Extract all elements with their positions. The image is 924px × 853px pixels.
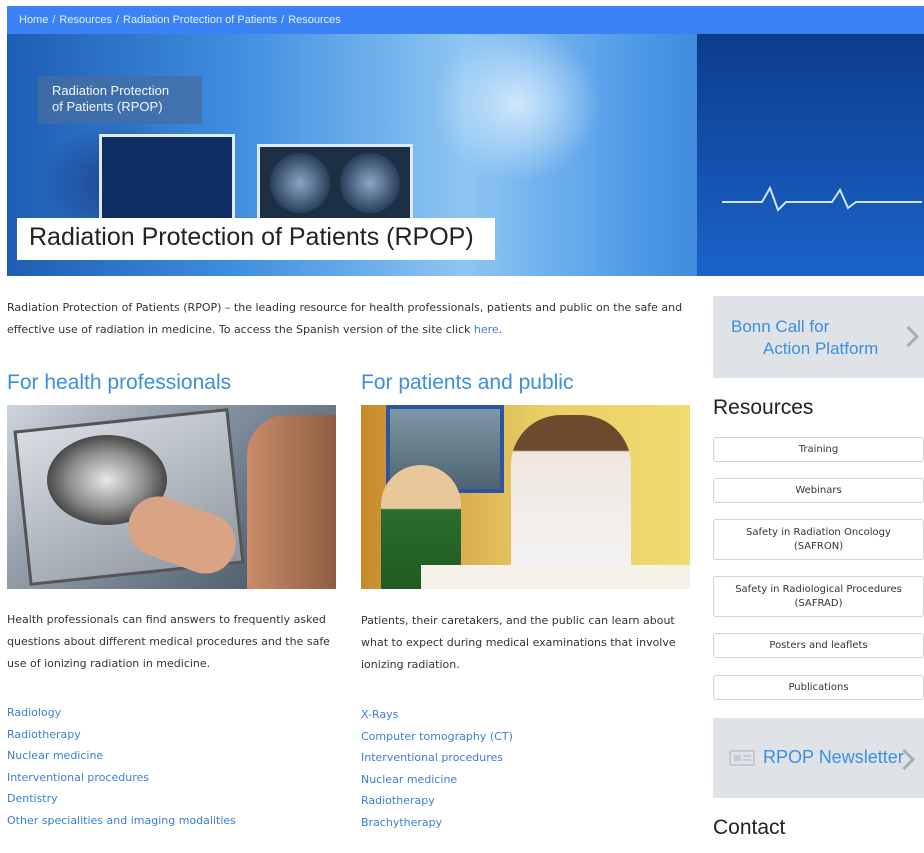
page-title: Radiation Protection of Patients (RPOP): [29, 223, 474, 251]
contact-heading: Contact: [713, 816, 786, 839]
bonn-call-label: Bonn Call for Action Platform: [731, 316, 878, 360]
list-item: Interventional procedures: [361, 747, 513, 769]
hero-vitals-monitor: [697, 34, 924, 276]
patients-public-description: Patients, their caretakers, and the publ…: [361, 614, 676, 671]
list-item: Brachytherapy: [361, 812, 513, 834]
resource-posters-button[interactable]: Posters and leaflets: [713, 633, 924, 658]
breadcrumb-current[interactable]: Resources: [288, 14, 341, 26]
intro-end: .: [498, 323, 503, 336]
link-radiotherapy[interactable]: Radiotherapy: [7, 728, 81, 741]
spanish-version-link[interactable]: here: [474, 323, 499, 336]
resource-safron-button[interactable]: Safety in Radiation Oncology (SAFRON): [713, 519, 924, 560]
patients-public-links: X-Rays Computer tomography (CT) Interven…: [361, 704, 513, 833]
breadcrumb-resources[interactable]: Resources: [59, 14, 112, 26]
list-item: X-Rays: [361, 704, 513, 726]
breadcrumb-separator: /: [52, 14, 56, 26]
hero-tag-line2: of Patients (RPOP): [52, 99, 163, 114]
link-other-specialities[interactable]: Other specialities and imaging modalitie…: [7, 814, 236, 827]
photo-table: [421, 565, 690, 589]
chevron-right-icon: [897, 325, 920, 348]
intro-paragraph: Radiation Protection of Patients (RPOP) …: [7, 297, 692, 341]
link-interventional-procedures[interactable]: Interventional procedures: [7, 771, 149, 784]
bonn-call-banner[interactable]: Bonn Call for Action Platform: [713, 296, 924, 378]
bonn-line1: Bonn Call for: [731, 317, 830, 336]
newsletter-banner[interactable]: RPOP Newsletter: [713, 718, 924, 798]
resource-webinars-button[interactable]: Webinars: [713, 478, 924, 503]
newspaper-icon: [729, 750, 755, 766]
bonn-line2: Action Platform: [763, 339, 879, 358]
list-item: Radiotherapy: [7, 724, 236, 746]
link-radiotherapy[interactable]: Radiotherapy: [361, 794, 435, 807]
hero-title-box: Radiation Protection of Patients (RPOP): [17, 218, 495, 260]
link-radiology[interactable]: Radiology: [7, 706, 61, 719]
patients-public-heading[interactable]: For patients and public: [361, 371, 573, 395]
link-dentistry[interactable]: Dentistry: [7, 792, 58, 805]
hero-banner: Radiation Protection of Patients (RPOP) …: [7, 34, 924, 276]
list-item: Dentistry: [7, 788, 236, 810]
breadcrumb-home[interactable]: Home: [19, 14, 48, 26]
health-professionals-links: Radiology Radiotherapy Nuclear medicine …: [7, 702, 236, 831]
link-brachytherapy[interactable]: Brachytherapy: [361, 816, 442, 829]
link-interventional-procedures[interactable]: Interventional procedures: [361, 751, 503, 764]
link-ct[interactable]: Computer tomography (CT): [361, 730, 513, 743]
photo-doctor: [247, 415, 336, 589]
ecg-line-graphic: [722, 185, 922, 212]
breadcrumb-separator: /: [281, 14, 285, 26]
health-professionals-heading[interactable]: For health professionals: [7, 371, 231, 395]
list-item: Radiotherapy: [361, 790, 513, 812]
newsletter-label: RPOP Newsletter: [763, 747, 904, 767]
hero-tag: Radiation Protection of Patients (RPOP): [38, 76, 202, 124]
intro-text: Radiation Protection of Patients (RPOP) …: [7, 301, 683, 336]
list-item: Other specialities and imaging modalitie…: [7, 810, 236, 832]
resources-heading: Resources: [713, 396, 814, 419]
list-item: Nuclear medicine: [7, 745, 236, 767]
resource-training-button[interactable]: Training: [713, 437, 924, 462]
breadcrumb: Home / Resources / Radiation Protection of P…: [7, 6, 924, 34]
breadcrumb-rpop[interactable]: Radiation Protection of Patients: [123, 14, 277, 26]
list-item: Nuclear medicine: [361, 769, 513, 791]
link-nuclear-medicine[interactable]: Nuclear medicine: [361, 773, 457, 786]
health-professionals-description: Health professionals can find answers to…: [7, 613, 330, 670]
breadcrumb-separator: /: [115, 14, 120, 26]
list-item: Computer tomography (CT): [361, 726, 513, 748]
photo-caretaker: [511, 415, 631, 575]
patients-public-photo[interactable]: [361, 405, 690, 589]
resource-publications-button[interactable]: Publications: [713, 675, 924, 700]
link-x-rays[interactable]: X-Rays: [361, 708, 398, 721]
resource-safrad-button[interactable]: Safety in Radiological Procedures (SAFRA…: [713, 576, 924, 617]
list-item: Radiology: [7, 702, 236, 724]
link-nuclear-medicine[interactable]: Nuclear medicine: [7, 749, 103, 762]
hero-tag-line1: Radiation Protection: [52, 83, 170, 98]
health-professionals-photo[interactable]: [7, 405, 336, 589]
list-item: Interventional procedures: [7, 767, 236, 789]
